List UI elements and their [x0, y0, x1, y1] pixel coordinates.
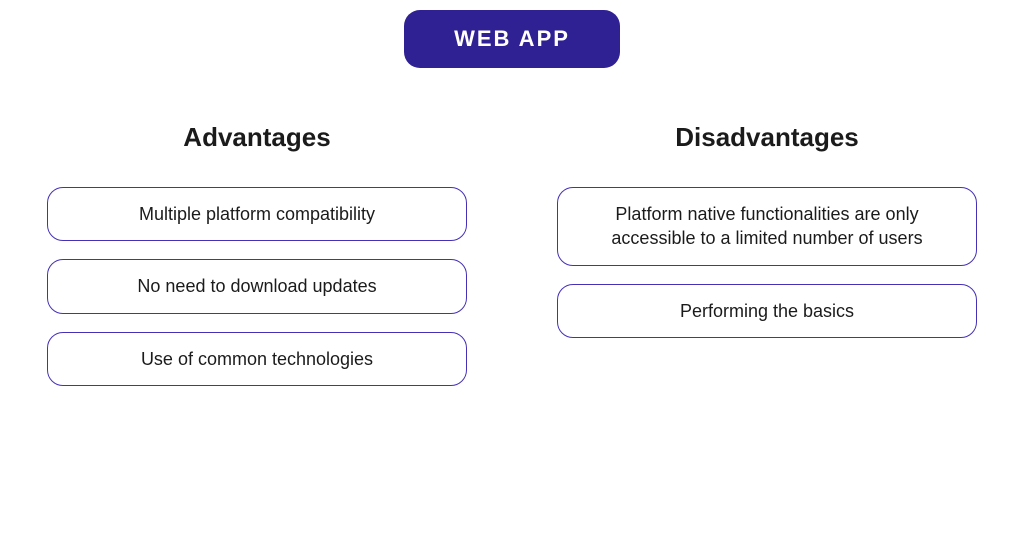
columns-container: Advantages Multiple platform compatibili…: [40, 122, 984, 404]
disadvantages-heading: Disadvantages: [675, 122, 859, 153]
diagram-root: WEB APP Advantages Multiple platform com…: [0, 0, 1024, 539]
advantages-heading: Advantages: [183, 122, 330, 153]
disadvantages-column: Disadvantages Platform native functional…: [557, 122, 977, 404]
disadvantage-item: Performing the basics: [557, 284, 977, 338]
advantage-item: No need to download updates: [47, 259, 467, 313]
title-badge: WEB APP: [404, 10, 620, 68]
advantage-item: Use of common technologies: [47, 332, 467, 386]
advantages-column: Advantages Multiple platform compatibili…: [47, 122, 467, 404]
disadvantage-item: Platform native functionalities are only…: [557, 187, 977, 266]
advantage-item: Multiple platform compatibility: [47, 187, 467, 241]
